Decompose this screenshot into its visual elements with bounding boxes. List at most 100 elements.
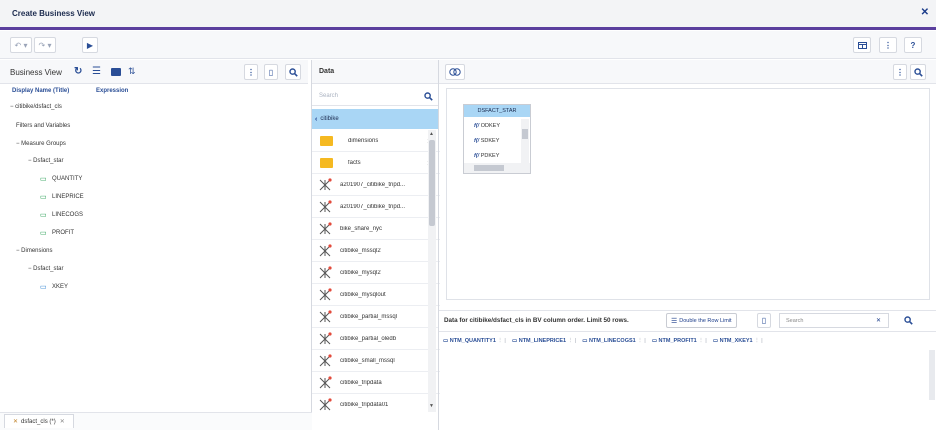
column-quantity[interactable]: ▭ NTM_QUANTITY1 ⋮ | — [443, 338, 506, 344]
add-field-icon[interactable]: ⇅ — [128, 66, 136, 77]
search-icon[interactable] — [424, 92, 433, 101]
more-options-icon[interactable]: ⋮ — [893, 64, 907, 80]
data-search-input[interactable]: Search — [312, 86, 438, 106]
measure-icon: ▭ — [40, 194, 47, 201]
synonym-icon — [319, 265, 332, 278]
tree-measure-groups[interactable]: − Measure Groups — [16, 141, 66, 147]
key-icon: f(/ — [474, 123, 481, 129]
measure-icon: ▭ — [40, 176, 47, 183]
list-icon[interactable]: ☰ — [92, 66, 101, 77]
column-xkey[interactable]: ▭ NTM_XKEY1 ⋮ | — [713, 338, 763, 344]
measure-icon: ▭ — [443, 338, 450, 344]
search-icon[interactable] — [285, 64, 301, 80]
scroll-down-icon[interactable]: ▼ — [429, 403, 434, 409]
list-item[interactable]: citibike_partial_oledb — [312, 328, 440, 350]
close-icon[interactable]: ✕ — [921, 7, 929, 18]
redo-button[interactable]: ↷ ▾ — [34, 37, 56, 53]
key-icon: f(/ — [474, 153, 481, 159]
column-lineprice[interactable]: ▭ NTM_LINEPRICE1 ⋮ | — [512, 338, 576, 344]
measure-icon: ▭ — [511, 338, 519, 344]
list-item[interactable]: bike_share_nyc — [312, 218, 440, 240]
run-button[interactable]: ▶ — [82, 37, 98, 53]
synonym-icon — [319, 199, 332, 212]
key-icon: f(/ — [474, 138, 481, 144]
list-item-dimensions[interactable]: dimensions › — [312, 130, 440, 152]
double-row-limit-button[interactable]: ☰ Double the Row Limit — [666, 313, 737, 328]
search-icon[interactable] — [904, 316, 913, 325]
list-item[interactable]: citibike_tripdata01 — [312, 394, 440, 416]
dimension-xkey[interactable]: XKEY — [52, 284, 68, 290]
list-item[interactable]: citibike_mysqlout — [312, 284, 440, 306]
measure-lineprice[interactable]: LINEPRICE — [52, 194, 84, 200]
card-hscrollbar-thumb[interactable] — [474, 165, 504, 171]
synonym-icon — [319, 331, 332, 344]
tree-filters[interactable]: Filters and Variables — [16, 123, 70, 129]
title-bar — [0, 0, 936, 30]
diagram-header — [439, 60, 936, 84]
back-icon[interactable]: ‹ — [315, 116, 317, 123]
more-options-icon[interactable]: ⋮ — [879, 37, 897, 53]
folder-icon — [320, 157, 333, 168]
measure-linecogs[interactable]: LINECOGS — [52, 212, 83, 218]
column-linecogs[interactable]: ▭ NTM_LINECOGS1 ⋮ | — [582, 338, 646, 344]
synonym-icon — [319, 353, 332, 366]
window-title: Create Business View — [12, 9, 96, 18]
tree-dsfact-star[interactable]: − Dsfact_star — [28, 158, 64, 164]
synonym-icon — [319, 398, 332, 411]
table-card-title[interactable]: DSFACT_STAR — [464, 105, 530, 117]
data-preview-search-input[interactable]: Search ✕ — [779, 313, 889, 328]
main-toolbar — [0, 31, 936, 59]
list-item-facts[interactable]: facts › — [312, 152, 440, 174]
list-item[interactable]: citibike_partial_mssql — [312, 306, 440, 328]
close-tab-icon[interactable]: ✕ — [60, 418, 65, 425]
filter-icon[interactable]: ▯ — [757, 313, 771, 328]
help-button[interactable]: ? — [904, 37, 922, 53]
scrollbar-thumb[interactable] — [429, 140, 435, 226]
display-name-column[interactable]: Display Name (Title) — [12, 88, 69, 94]
scroll-up-icon[interactable]: ▲ — [429, 131, 434, 137]
breadcrumb[interactable]: ‹ citibike — [312, 109, 438, 129]
measure-profit[interactable]: PROFIT — [52, 230, 74, 236]
measure-quantity[interactable]: QUANTITY — [52, 176, 82, 182]
list-item[interactable]: a201907_citibike_tripd... — [312, 196, 440, 218]
refresh-icon[interactable]: ↻ — [74, 66, 82, 77]
tree-root[interactable]: − citibike/dsfact_cls — [10, 104, 62, 110]
search-icon[interactable] — [910, 64, 926, 80]
tree-dimensions[interactable]: − Dimensions — [16, 248, 53, 254]
table-card[interactable]: DSFACT_STAR f(/ ODKEY f(/ SDKEY f(/ PDKE… — [463, 104, 531, 174]
preview-scrollbar[interactable] — [929, 350, 935, 400]
list-item[interactable]: citibike_mysql2 — [312, 262, 440, 284]
synonym-icon — [319, 177, 332, 190]
dimension-icon: ▭ — [712, 338, 720, 344]
synonym-icon — [319, 243, 332, 256]
list-item[interactable]: citibike_mssql2 — [312, 240, 440, 262]
table-field[interactable]: f(/ SDKEY — [474, 138, 499, 144]
measure-icon: ▭ — [651, 338, 659, 344]
list-item[interactable]: citibike_small_mssql — [312, 350, 440, 372]
expression-column[interactable]: Expression — [96, 88, 128, 94]
pane-divider[interactable] — [438, 60, 439, 430]
tab-dsfact-cls[interactable]: ✕ dsfact_cls (*) ✕ — [4, 414, 74, 428]
table-field[interactable]: f(/ ODKEY — [474, 123, 500, 129]
undo-button[interactable]: ↶ ▾ — [10, 37, 32, 53]
filter-icon[interactable]: ▯ — [264, 64, 278, 80]
more-options-icon[interactable]: ⋮ — [244, 64, 258, 80]
data-title: Data — [319, 68, 335, 75]
synonym-icon — [319, 287, 332, 300]
list-item[interactable]: citibike_tripdata — [312, 372, 440, 394]
grid-view-icon[interactable] — [853, 37, 871, 53]
synonym-icon — [319, 221, 332, 234]
card-scrollbar[interactable] — [521, 119, 529, 163]
data-preview-columns: ▭ NTM_QUANTITY1 ⋮ | ▭ NTM_LINEPRICE1 ⋮ |… — [439, 334, 936, 348]
column-profit[interactable]: ▭ NTM_PROFIT1 ⋮ | — [652, 338, 707, 344]
folder-icon[interactable] — [111, 68, 121, 76]
table-field[interactable]: f(/ PDKEY — [474, 153, 519, 159]
join-icon[interactable] — [445, 64, 465, 80]
tree-dim-dsfact-star[interactable]: − Dsfact_star — [28, 266, 64, 272]
list-item[interactable]: a201907_citibike_tripd... — [312, 174, 440, 196]
list-icon: ☰ — [671, 317, 678, 325]
business-view-icon: ✕ — [13, 419, 19, 425]
card-scrollbar-thumb[interactable] — [522, 129, 528, 139]
clear-icon[interactable]: ✕ — [876, 317, 881, 324]
business-view-title: Business View — [10, 68, 62, 77]
